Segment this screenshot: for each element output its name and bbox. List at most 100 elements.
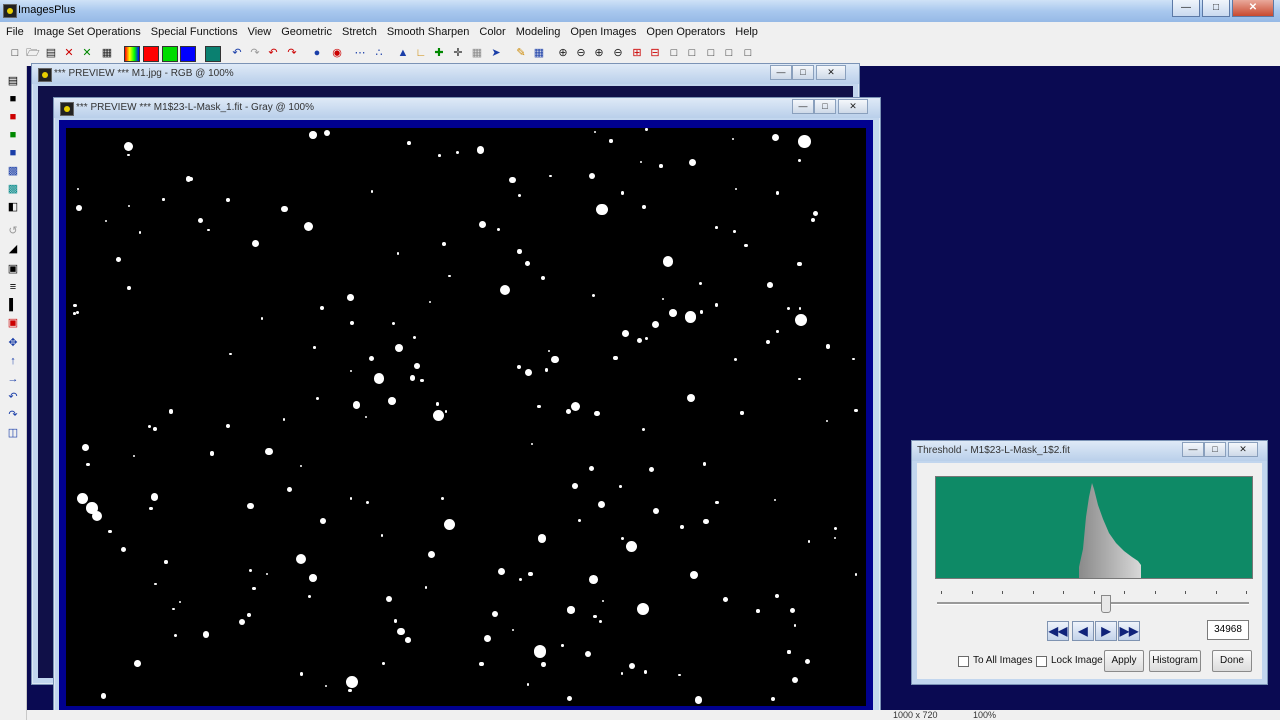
red-channel-icon[interactable] (143, 46, 159, 62)
table-icon[interactable]: ▦ (470, 46, 484, 60)
print-icon[interactable]: ▦ (100, 46, 114, 60)
box-icon-5[interactable]: □ (741, 46, 755, 60)
minimize-button[interactable]: — (792, 99, 814, 114)
grid-select-icon[interactable]: ▦ (532, 46, 546, 60)
rotate-left-icon[interactable]: ↶ (6, 390, 20, 404)
blue-channel-icon[interactable] (180, 46, 196, 62)
arrow-right-icon[interactable]: → (6, 372, 20, 386)
threshold-slider-thumb[interactable] (1101, 595, 1112, 613)
zoom-fit-icon[interactable]: ⊕ (592, 46, 606, 60)
step-back-icon[interactable]: ◀ (1072, 621, 1094, 641)
undo-all-icon[interactable]: ↶ (266, 46, 280, 60)
menu-open-images[interactable]: Open Images (564, 22, 640, 42)
remove-box-icon[interactable]: ⊟ (648, 46, 662, 60)
triangle-icon[interactable]: ▲ (396, 46, 410, 60)
save-tool-icon[interactable]: ▤ (6, 74, 20, 88)
new-file-icon[interactable]: □ (8, 46, 22, 60)
pointer-icon[interactable]: ➤ (489, 46, 503, 60)
lock-image-checkbox[interactable] (1036, 656, 1047, 667)
rgb-icon[interactable] (124, 46, 140, 62)
zoom-actual-icon[interactable]: ⊖ (611, 46, 625, 60)
close-button[interactable]: ✕ (816, 65, 846, 80)
black-icon[interactable]: ■ (6, 92, 20, 106)
threshold-value-input[interactable]: 34968 (1207, 620, 1249, 640)
crop-icon[interactable]: ▣ (6, 262, 20, 276)
red-icon[interactable]: ■ (6, 110, 20, 124)
restore-icon[interactable]: ▣ (6, 316, 20, 330)
flip-icon[interactable]: ◫ (6, 426, 20, 440)
levels-icon[interactable]: ≡ (6, 280, 20, 294)
zoom-out-icon[interactable]: ⊖ (574, 46, 588, 60)
star-mask-image[interactable] (66, 128, 866, 706)
apply-button[interactable]: Apply (1104, 650, 1144, 672)
threshold-titlebar[interactable]: Threshold - M1$23-L-Mask_1$2.fit — □ ✕ (912, 441, 1267, 461)
rotate-right-icon[interactable]: ↷ (6, 408, 20, 422)
maximize-button[interactable]: □ (1204, 442, 1226, 457)
menu-file[interactable]: File (0, 22, 28, 42)
menu-color[interactable]: Color (473, 22, 509, 42)
arrow-up-icon[interactable]: ↑ (6, 354, 20, 368)
menu-help[interactable]: Help (729, 22, 762, 42)
rewind-icon[interactable]: ◀◀ (1047, 621, 1069, 641)
menu-modeling[interactable]: Modeling (510, 22, 565, 42)
line-icon[interactable]: ⋯ (353, 46, 367, 60)
preview-window-mask[interactable]: *** PREVIEW *** M1$23-L-Mask_1.fit - Gra… (53, 97, 881, 719)
to-all-images-checkbox[interactable] (958, 656, 969, 667)
green-channel-icon[interactable] (162, 46, 178, 62)
menu-geometric[interactable]: Geometric (275, 22, 336, 42)
box-icon-4[interactable]: □ (722, 46, 736, 60)
zoom-in-icon[interactable]: ⊕ (556, 46, 570, 60)
plus-icon[interactable]: ✚ (432, 46, 446, 60)
preview-window-rgb-titlebar[interactable]: *** PREVIEW *** M1.jpg - RGB @ 100% — □ … (32, 64, 859, 84)
step-forward-icon[interactable]: ▶ (1095, 621, 1117, 641)
blue-icon[interactable]: ■ (6, 146, 20, 160)
axis-icon[interactable]: ∟ (414, 46, 428, 60)
save-icon[interactable]: ▤ (44, 46, 58, 60)
minimize-button[interactable]: — (1182, 442, 1204, 457)
done-button[interactable]: Done (1212, 650, 1252, 672)
threshold-slider-track[interactable] (937, 602, 1249, 605)
ellipse-red-icon[interactable]: ◉ (330, 46, 344, 60)
box-icon-2[interactable]: □ (685, 46, 699, 60)
ellipse-icon[interactable]: ● (310, 46, 324, 60)
menu-special-functions[interactable]: Special Functions (145, 22, 242, 42)
minimize-button[interactable]: — (1172, 0, 1200, 17)
pencil-icon[interactable]: ✎ (514, 46, 528, 60)
menu-image-set-operations[interactable]: Image Set Operations (28, 22, 145, 42)
invert-icon[interactable]: ▌ (6, 298, 20, 312)
preview-window-mask-titlebar[interactable]: *** PREVIEW *** M1$23-L-Mask_1.fit - Gra… (54, 98, 880, 118)
add-box-icon[interactable]: ⊞ (630, 46, 644, 60)
threshold-dialog[interactable]: Threshold - M1$23-L-Mask_1$2.fit — □ ✕ ◀… (911, 440, 1268, 685)
maximize-button[interactable]: □ (814, 99, 836, 114)
fast-forward-icon[interactable]: ▶▶ (1118, 621, 1140, 641)
menu-view[interactable]: View (242, 22, 276, 42)
move-icon[interactable]: ✥ (6, 336, 20, 350)
close-button[interactable]: ✕ (838, 99, 868, 114)
undo-icon[interactable]: ↶ (230, 46, 244, 60)
close-button[interactable]: ✕ (1228, 442, 1258, 457)
maximize-button[interactable]: □ (1202, 0, 1230, 17)
menu-stretch[interactable]: Stretch (336, 22, 381, 42)
histogram-button[interactable]: Histogram (1149, 650, 1201, 672)
menu-open-operators[interactable]: Open Operators (640, 22, 729, 42)
green-icon[interactable]: ■ (6, 128, 20, 142)
contrast-icon[interactable]: ◧ (6, 200, 20, 214)
layers-icon[interactable]: ▩ (6, 164, 20, 178)
gradient-icon[interactable]: ◢ (6, 242, 20, 256)
close-image-icon[interactable]: ✕ (62, 46, 76, 60)
minimize-button[interactable]: — (770, 65, 792, 80)
points-icon[interactable]: ∴ (372, 46, 386, 60)
maximize-button[interactable]: □ (792, 65, 814, 80)
cyan-layers-icon[interactable]: ▩ (6, 182, 20, 196)
menu-smooth-sharpen[interactable]: Smooth Sharpen (381, 22, 474, 42)
grid-icon[interactable] (205, 46, 221, 62)
box-icon-1[interactable]: □ (667, 46, 681, 60)
redo-icon[interactable]: ↷ (248, 46, 262, 60)
crosshair-icon[interactable]: ✛ (451, 46, 465, 60)
open-folder-icon[interactable]: 🗁 (26, 46, 40, 60)
lasso-icon[interactable]: ↺ (6, 224, 20, 238)
redo-all-icon[interactable]: ↷ (285, 46, 299, 60)
box-icon-3[interactable]: □ (704, 46, 718, 60)
close-button[interactable]: ✕ (1232, 0, 1274, 17)
close-all-icon[interactable]: ✕ (80, 46, 94, 60)
